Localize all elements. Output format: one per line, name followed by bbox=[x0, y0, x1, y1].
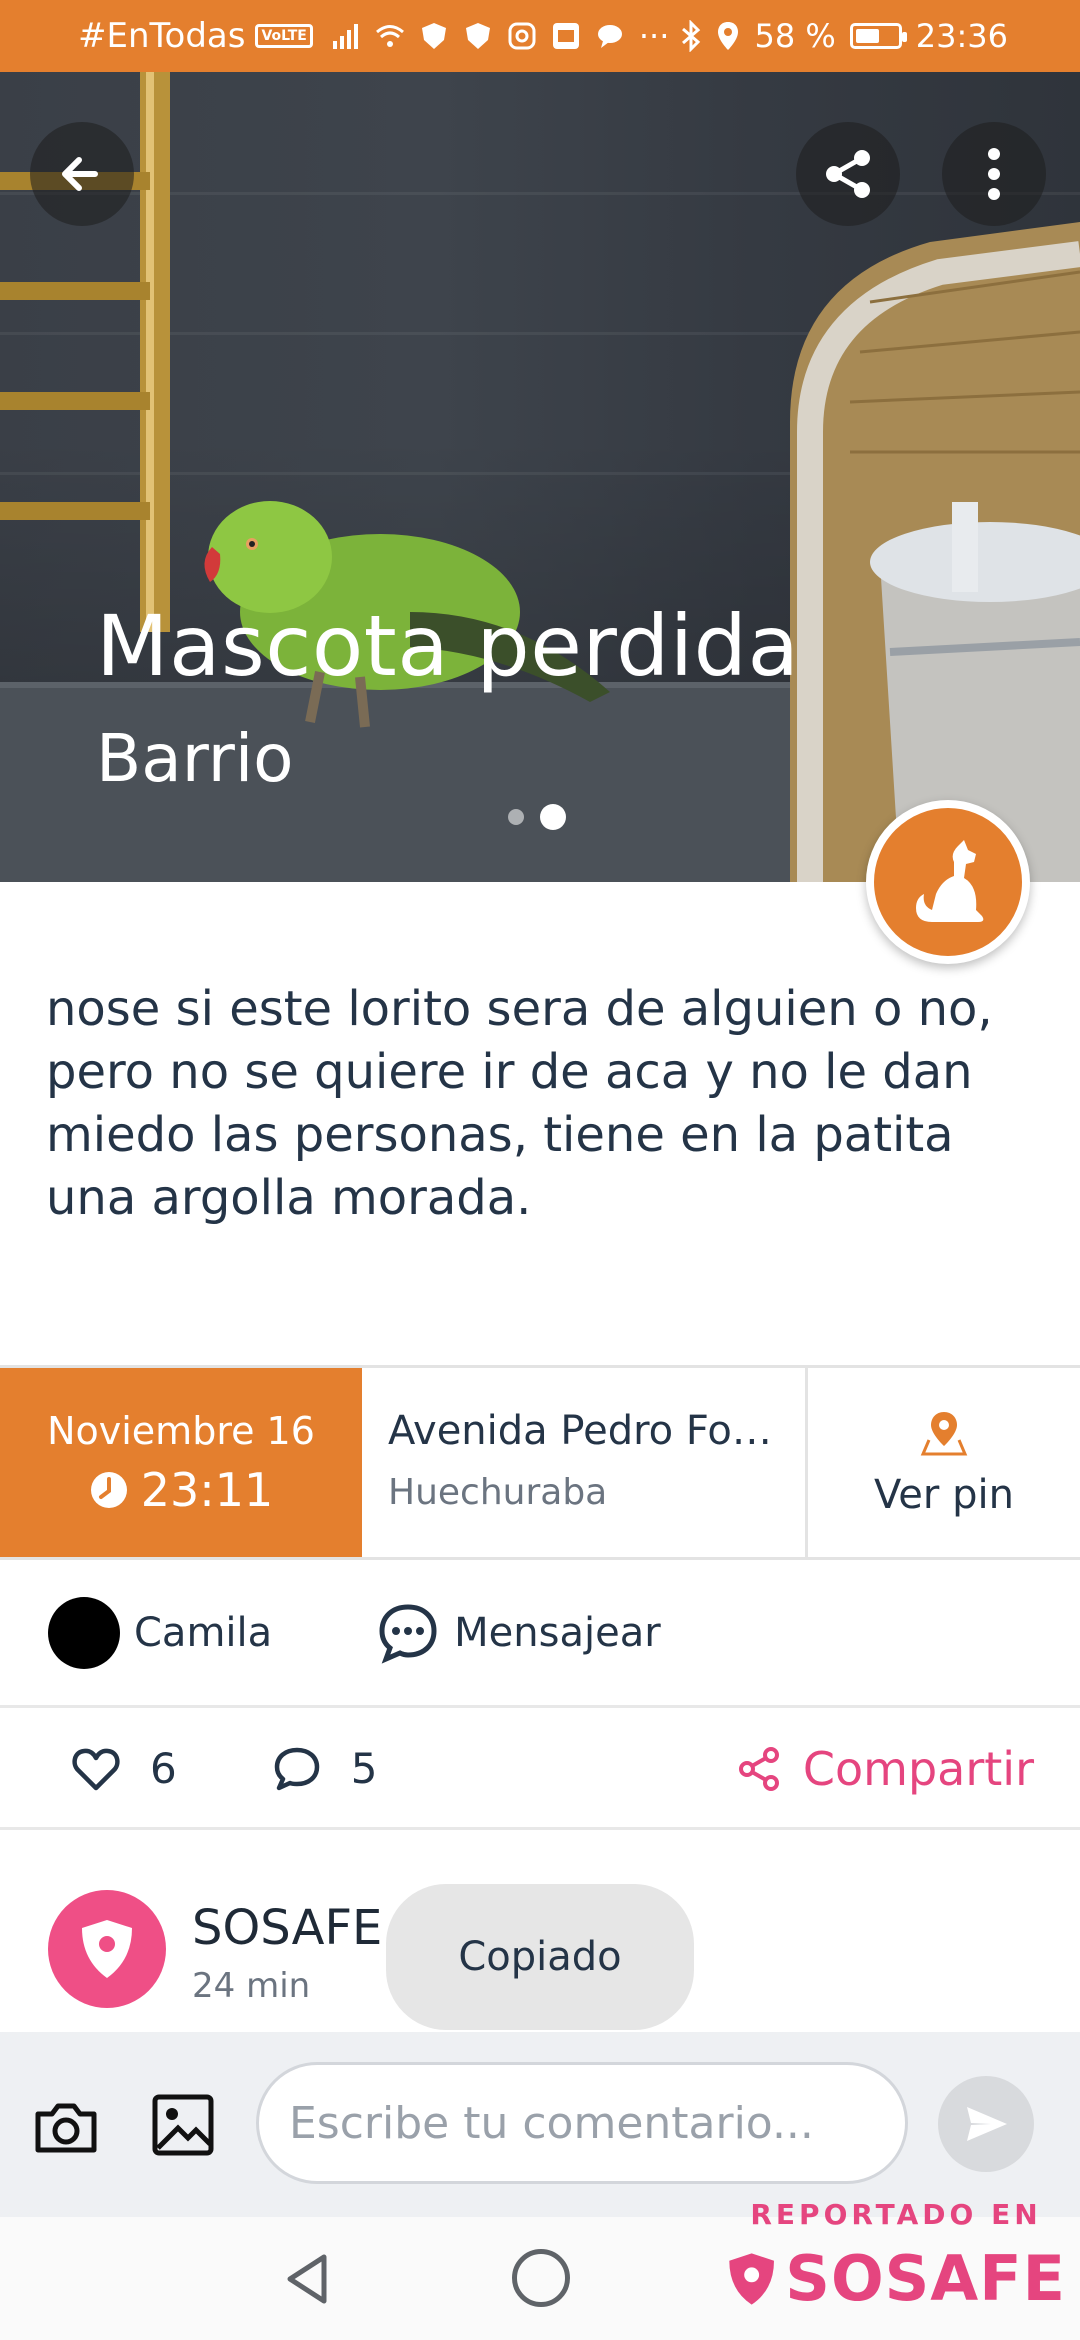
sosafe-avatar bbox=[48, 1890, 166, 2008]
more-notifications: ··· bbox=[638, 17, 670, 55]
instagram-icon bbox=[508, 22, 536, 50]
alert-time: 23:11 bbox=[140, 1462, 274, 1517]
pager-dot-2[interactable] bbox=[540, 804, 566, 830]
address-commune: Huechuraba bbox=[388, 1472, 608, 1513]
share-nodes-icon bbox=[738, 1746, 779, 1791]
comment-count: 5 bbox=[350, 1744, 378, 1793]
view-pin-label: Ver pin bbox=[874, 1471, 1014, 1518]
alert-scope: Barrio bbox=[96, 720, 294, 797]
battery-icon bbox=[849, 23, 907, 49]
status-bar: #EnTodas VoLTE ··· 58 % 23:36 bbox=[0, 0, 1080, 72]
arrow-left-icon bbox=[62, 157, 98, 191]
comment-bubble-icon bbox=[274, 1747, 319, 1790]
clock-icon bbox=[90, 1471, 127, 1508]
copied-toast: Copiado bbox=[386, 1884, 694, 2030]
pager-dot-1[interactable] bbox=[508, 809, 524, 825]
image-pager bbox=[508, 804, 566, 830]
share-button[interactable] bbox=[796, 122, 900, 226]
sosafe-shield-icon bbox=[82, 1920, 132, 1978]
sosafe-logo-icon bbox=[729, 2252, 774, 2305]
watermark-brand: SOSAFE bbox=[785, 2242, 1066, 2315]
pet-category-badge bbox=[866, 800, 1030, 964]
comment-author: SOSAFE bbox=[192, 1900, 383, 1956]
wifi-icon bbox=[375, 25, 404, 47]
author-name[interactable]: Camila bbox=[134, 1610, 272, 1656]
alert-datetime: Noviembre 16 23:11 bbox=[0, 1368, 362, 1557]
chat-icon bbox=[379, 1603, 437, 1664]
share-icon bbox=[826, 150, 870, 198]
back-button[interactable] bbox=[30, 122, 134, 226]
alert-info-row: Noviembre 16 23:11 Avenida Pedro Fo… Hue… bbox=[0, 1365, 1080, 1560]
nav-back-icon[interactable] bbox=[280, 2251, 336, 2307]
dog-icon bbox=[916, 840, 984, 922]
alert-description: nose si este lorito sera de alguien o no… bbox=[46, 981, 993, 1226]
message-label: Mensajear bbox=[454, 1609, 661, 1656]
hero-image[interactable]: Mascota perdida Barrio bbox=[0, 72, 1080, 882]
comment-input[interactable] bbox=[256, 2062, 908, 2184]
heart-icon bbox=[72, 1748, 120, 1790]
reactions-row: 6 5 Compartir bbox=[0, 1710, 1080, 1830]
camera-icon[interactable] bbox=[30, 2092, 102, 2164]
shield-icon bbox=[421, 23, 446, 49]
app-notification-icon bbox=[552, 23, 579, 49]
like-button[interactable]: 6 bbox=[72, 1744, 177, 1793]
gallery-icon[interactable] bbox=[150, 2092, 216, 2158]
author-avatar[interactable] bbox=[48, 1596, 120, 1669]
comment-composer bbox=[0, 2032, 1080, 2217]
chat-bubble-icon bbox=[597, 25, 622, 48]
map-pin-icon bbox=[920, 1411, 968, 1455]
author-row: Camila Mensajear bbox=[0, 1560, 1080, 1708]
carrier-tag: #EnTodas bbox=[78, 16, 246, 56]
send-icon bbox=[967, 2107, 1007, 2141]
nav-home-icon[interactable] bbox=[512, 2249, 570, 2307]
more-vertical-icon bbox=[988, 148, 1000, 200]
battery-percent: 58 % bbox=[754, 17, 836, 55]
message-button[interactable]: Mensajear bbox=[376, 1601, 661, 1665]
share-label: Compartir bbox=[802, 1741, 1034, 1796]
more-options-button[interactable] bbox=[942, 122, 1046, 226]
alert-title: Mascota perdida bbox=[96, 597, 800, 695]
bluetooth-icon bbox=[682, 20, 701, 52]
share-alert-button[interactable]: Compartir bbox=[737, 1742, 1034, 1796]
alert-address[interactable]: Avenida Pedro Fo… Huechuraba bbox=[362, 1368, 808, 1557]
clock: 23:36 bbox=[915, 17, 1008, 55]
sosafe-watermark: REPORTADO EN SOSAFE bbox=[726, 2198, 1066, 2340]
view-pin-button[interactable]: Ver pin bbox=[808, 1368, 1080, 1557]
alert-date: Noviembre 16 bbox=[47, 1408, 315, 1453]
volte-badge: VoLTE bbox=[255, 24, 313, 48]
like-count: 6 bbox=[150, 1744, 177, 1793]
shield-icon-2 bbox=[465, 23, 490, 49]
watermark-caption: REPORTADO EN bbox=[750, 2198, 1042, 2231]
address-street: Avenida Pedro Fo… bbox=[388, 1408, 772, 1454]
comments-button[interactable]: 5 bbox=[273, 1744, 378, 1793]
comment-time: 24 min bbox=[192, 1966, 311, 2006]
send-button[interactable] bbox=[938, 2076, 1034, 2172]
location-icon bbox=[718, 22, 739, 50]
signal-icon bbox=[332, 24, 358, 49]
